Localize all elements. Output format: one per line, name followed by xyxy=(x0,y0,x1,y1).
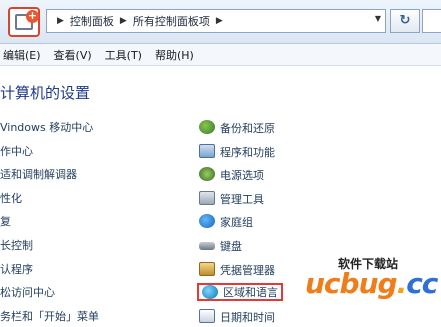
watermark-logo: ucbug.cc xyxy=(305,267,438,300)
chevron-right-icon: ▶ xyxy=(215,16,223,26)
datetime-icon xyxy=(199,308,215,323)
list-item-label: 备份和还原 xyxy=(220,122,275,135)
list-item-label: 凭据管理器 xyxy=(220,263,275,277)
watermark: 软件下载站 ucbug.cc xyxy=(305,245,441,305)
list-item-datetime[interactable]: 日期和时间 xyxy=(199,308,439,327)
list-item[interactable]: 松访问中心 xyxy=(0,285,180,309)
list-item-label: 家庭组 xyxy=(220,216,253,230)
page-title: 计算机的设置 xyxy=(0,84,91,102)
list-item[interactable]: 长控制 xyxy=(0,238,180,262)
chevron-right-icon: ▶ xyxy=(119,16,127,26)
list-item-admin-tools[interactable]: 管理工具 xyxy=(199,190,439,215)
chevron-down-icon[interactable]: ▼ xyxy=(375,14,381,23)
menu-view[interactable]: 查看(V) xyxy=(54,47,92,63)
list-item-programs[interactable]: 程序和功能 xyxy=(199,143,439,168)
admin-tools-icon xyxy=(199,190,215,205)
menu-help[interactable]: 帮助(H) xyxy=(155,47,194,63)
menu-tools[interactable]: 工具(T) xyxy=(105,47,142,63)
list-item-label: 区域和语言 xyxy=(223,286,278,300)
logo-tld: cc xyxy=(406,267,438,300)
control-panel-icon[interactable]: + xyxy=(8,7,40,37)
menubar: 编辑(E) 查看(V) 工具(T) 帮助(H) xyxy=(0,44,441,66)
list-item-homegroup[interactable]: 家庭组 xyxy=(199,214,439,238)
homegroup-icon xyxy=(199,214,215,229)
refresh-button[interactable]: ↻ xyxy=(390,9,420,33)
list-item[interactable]: 认程序 xyxy=(0,262,180,286)
chevron-right-icon: ▶ xyxy=(57,16,64,26)
search-input[interactable] xyxy=(422,9,441,33)
region-icon xyxy=(202,285,218,300)
list-item-label: 程序和功能 xyxy=(220,145,275,159)
list-item[interactable]: 适和调制解调器 xyxy=(0,167,180,191)
list-item-label: 管理工具 xyxy=(220,192,264,206)
logo-dot: . xyxy=(396,267,408,300)
backup-icon xyxy=(199,120,215,134)
list-item-label: 日期和时间 xyxy=(220,310,275,324)
power-icon xyxy=(199,167,215,182)
list-item-label: 键盘 xyxy=(220,239,242,253)
plus-icon: + xyxy=(26,9,39,23)
list-item[interactable]: Vindows 移动中心 xyxy=(0,120,180,144)
address-input[interactable]: ▶ 控制面板 ▶ 所有控制面板项 ▶ ▼ xyxy=(46,9,386,33)
breadcrumb-control-panel[interactable]: 控制面板 xyxy=(70,13,114,29)
programs-icon xyxy=(199,143,215,158)
list-item-power[interactable]: 电源选项 xyxy=(199,167,439,191)
menu-edit[interactable]: 编辑(E) xyxy=(3,47,41,63)
list-item[interactable]: 复 xyxy=(0,214,180,238)
list-item[interactable]: 性化 xyxy=(0,191,180,215)
list-item[interactable]: 务栏和「开始」菜单 xyxy=(0,309,180,327)
list-item-label: 电源选项 xyxy=(220,169,264,183)
address-bar-area: + ▶ 控制面板 ▶ 所有控制面板项 ▶ ▼ ↻ xyxy=(0,0,441,44)
keyboard-icon xyxy=(199,241,215,250)
highlight-box[interactable]: 区域和语言 xyxy=(197,283,283,302)
breadcrumb-all-items[interactable]: 所有控制面板项 xyxy=(133,13,210,29)
credential-icon xyxy=(199,261,215,276)
logo-text: ucbug xyxy=(305,267,398,300)
list-item-backup[interactable]: 备份和还原 xyxy=(199,120,439,144)
left-item-list: Vindows 移动中心 作中心 适和调制解调器 性化 复 长控制 认程序 松访… xyxy=(0,120,180,327)
list-item[interactable]: 作中心 xyxy=(0,144,180,168)
